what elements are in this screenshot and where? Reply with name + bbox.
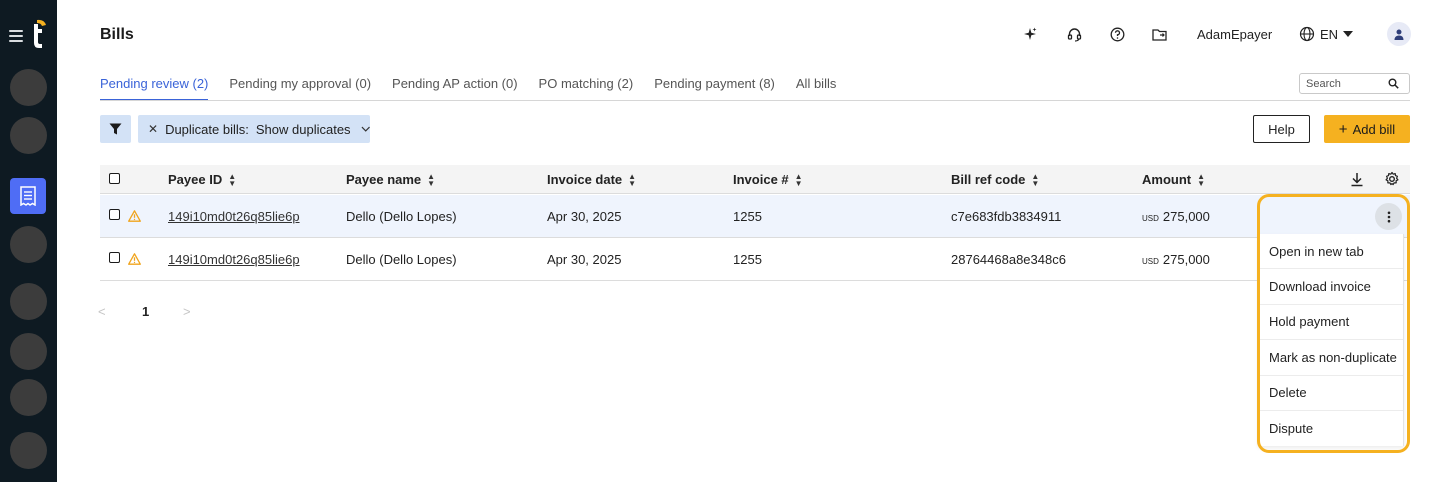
select-all-checkbox[interactable] (109, 173, 120, 184)
tab-pending-my-approval[interactable]: Pending my approval (0) (229, 76, 371, 101)
bill-tabs: Pending review (2) Pending my approval (… (100, 76, 857, 101)
receipt-icon (20, 186, 36, 206)
column-invoice-date[interactable]: Invoice date ▲ ▼ (547, 172, 636, 187)
sidebar-item-bills[interactable] (10, 178, 46, 214)
tab-pending-ap-action[interactable]: Pending AP action (0) (392, 76, 518, 101)
add-bill-button[interactable]: + Add bill (1324, 115, 1410, 143)
help-circle-icon[interactable] (1109, 26, 1125, 42)
payee-id-link[interactable]: 149i10md0t26q85lie6p (168, 252, 300, 267)
search-input[interactable] (1306, 77, 1388, 90)
sort-icon: ▲ ▼ (1031, 171, 1040, 188)
table-row[interactable]: 149i10md0t26q85lie6p Dello (Dello Lopes)… (100, 195, 1410, 238)
add-bill-label: Add bill (1352, 121, 1396, 137)
avatar[interactable] (1387, 22, 1411, 46)
column-payee-name[interactable]: Payee name ▲ ▼ (346, 172, 435, 187)
folder-arrow-icon[interactable] (1152, 26, 1168, 42)
amount: USD 275,000 (1142, 252, 1210, 267)
previous-page-icon[interactable]: < (98, 304, 106, 319)
next-page-icon[interactable]: > (183, 304, 191, 319)
sidebar-nav-item[interactable] (10, 283, 47, 320)
table-header: Payee ID ▲ ▼ Payee name ▲ ▼ Invoice date ▲ ▼ I… (100, 165, 1410, 194)
sort-icon: ▲ ▼ (794, 171, 803, 188)
payee-id-link[interactable]: 149i10md0t26q85lie6p (168, 209, 300, 224)
sort-icon: ▲ ▼ (1197, 171, 1206, 188)
tab-pending-review[interactable]: Pending review (2) (100, 76, 209, 101)
menu-item-download-invoice[interactable]: Download invoice (1259, 269, 1403, 305)
tab-po-matching[interactable]: PO matching (2) (539, 76, 634, 101)
tab-all-bills[interactable]: All bills (796, 76, 836, 101)
filter-chip-value: Show duplicates (255, 121, 351, 137)
table-row[interactable]: 149i10md0t26q85lie6p Dello (Dello Lopes)… (100, 238, 1410, 281)
sidebar-nav-item[interactable] (10, 379, 47, 416)
amount-value: 275,000 (1162, 252, 1210, 267)
language-label: EN (1320, 26, 1339, 42)
tabs-divider (100, 100, 1410, 101)
tab-pending-payment[interactable]: Pending payment (8) (654, 76, 775, 101)
sort-icon: ▲ ▼ (628, 171, 637, 188)
menu-item-delete[interactable]: Delete (1259, 376, 1403, 411)
caret-down-icon (1343, 31, 1354, 37)
row-actions-button[interactable] (1375, 203, 1402, 230)
column-amount[interactable]: Amount ▲ ▼ (1142, 172, 1205, 187)
invoice-number: 1255 (733, 209, 762, 224)
row-checkbox[interactable] (109, 209, 120, 220)
download-icon[interactable] (1350, 172, 1364, 187)
menu-item-hold-payment[interactable]: Hold payment (1259, 305, 1403, 341)
search-icon[interactable] (1388, 78, 1399, 89)
sidebar-nav-item[interactable] (10, 69, 47, 106)
menu-item-mark-non-duplicate[interactable]: Mark as non-duplicate (1259, 340, 1403, 376)
menu-item-dispute[interactable]: Dispute (1259, 411, 1403, 446)
row-checkbox[interactable] (109, 252, 120, 263)
filter-button[interactable] (100, 115, 131, 143)
invoice-date: Apr 30, 2025 (547, 209, 622, 224)
current-page[interactable]: 1 (142, 304, 149, 319)
currency-code: USD (1142, 214, 1159, 223)
sidebar (0, 0, 57, 482)
column-invoice-number[interactable]: Invoice # ▲ ▼ (733, 172, 803, 187)
menu-item-open-new-tab[interactable]: Open in new tab (1259, 234, 1403, 270)
payee-name: Dello (Dello Lopes) (346, 209, 457, 224)
hamburger-menu-icon[interactable] (9, 30, 23, 42)
help-button[interactable]: Help (1253, 115, 1310, 143)
headset-icon[interactable] (1066, 26, 1082, 42)
filter-chip-label: Duplicate bills: (165, 121, 249, 137)
funnel-icon (109, 123, 122, 135)
invoice-number: 1255 (733, 252, 762, 267)
sort-icon: ▲ ▼ (427, 171, 436, 188)
chevron-down-icon (361, 126, 370, 132)
column-payee-id[interactable]: Payee ID ▲ ▼ (168, 172, 236, 187)
page-title: Bills (100, 26, 134, 43)
more-vertical-icon (1387, 211, 1390, 222)
amount-value: 275,000 (1162, 209, 1210, 224)
filter-chip-duplicate-bills[interactable]: ✕ Duplicate bills: Show duplicates (138, 115, 370, 143)
search-box[interactable] (1299, 73, 1410, 94)
sidebar-nav-item[interactable] (10, 333, 47, 370)
remove-filter-icon[interactable]: ✕ (148, 122, 158, 136)
user-icon (1394, 29, 1404, 40)
sidebar-nav-item[interactable] (10, 117, 47, 154)
gear-icon[interactable] (1384, 171, 1400, 187)
amount: USD 275,000 (1142, 209, 1210, 224)
globe-icon (1299, 26, 1315, 42)
payee-name: Dello (Dello Lopes) (346, 252, 457, 267)
sidebar-nav-item[interactable] (10, 432, 47, 469)
invoice-date: Apr 30, 2025 (547, 252, 622, 267)
sort-icon: ▲ ▼ (228, 171, 237, 188)
app-logo[interactable] (28, 19, 48, 51)
warning-icon (128, 210, 141, 222)
bill-ref-code: 28764468a8e348c6 (951, 252, 1066, 267)
currency-code: USD (1142, 257, 1159, 266)
plus-icon: + (1338, 120, 1348, 138)
column-bill-ref-code[interactable]: Bill ref code ▲ ▼ (951, 172, 1039, 187)
language-selector[interactable]: EN (1299, 26, 1354, 42)
username[interactable]: AdamEpayer (1197, 27, 1272, 42)
row-actions-menu: Open in new tab Download invoice Hold pa… (1258, 234, 1404, 446)
sidebar-nav-item[interactable] (10, 226, 47, 263)
warning-icon (128, 253, 141, 265)
bill-ref-code: c7e683fdb3834911 (951, 209, 1062, 224)
sparkle-icon[interactable] (1022, 26, 1038, 42)
